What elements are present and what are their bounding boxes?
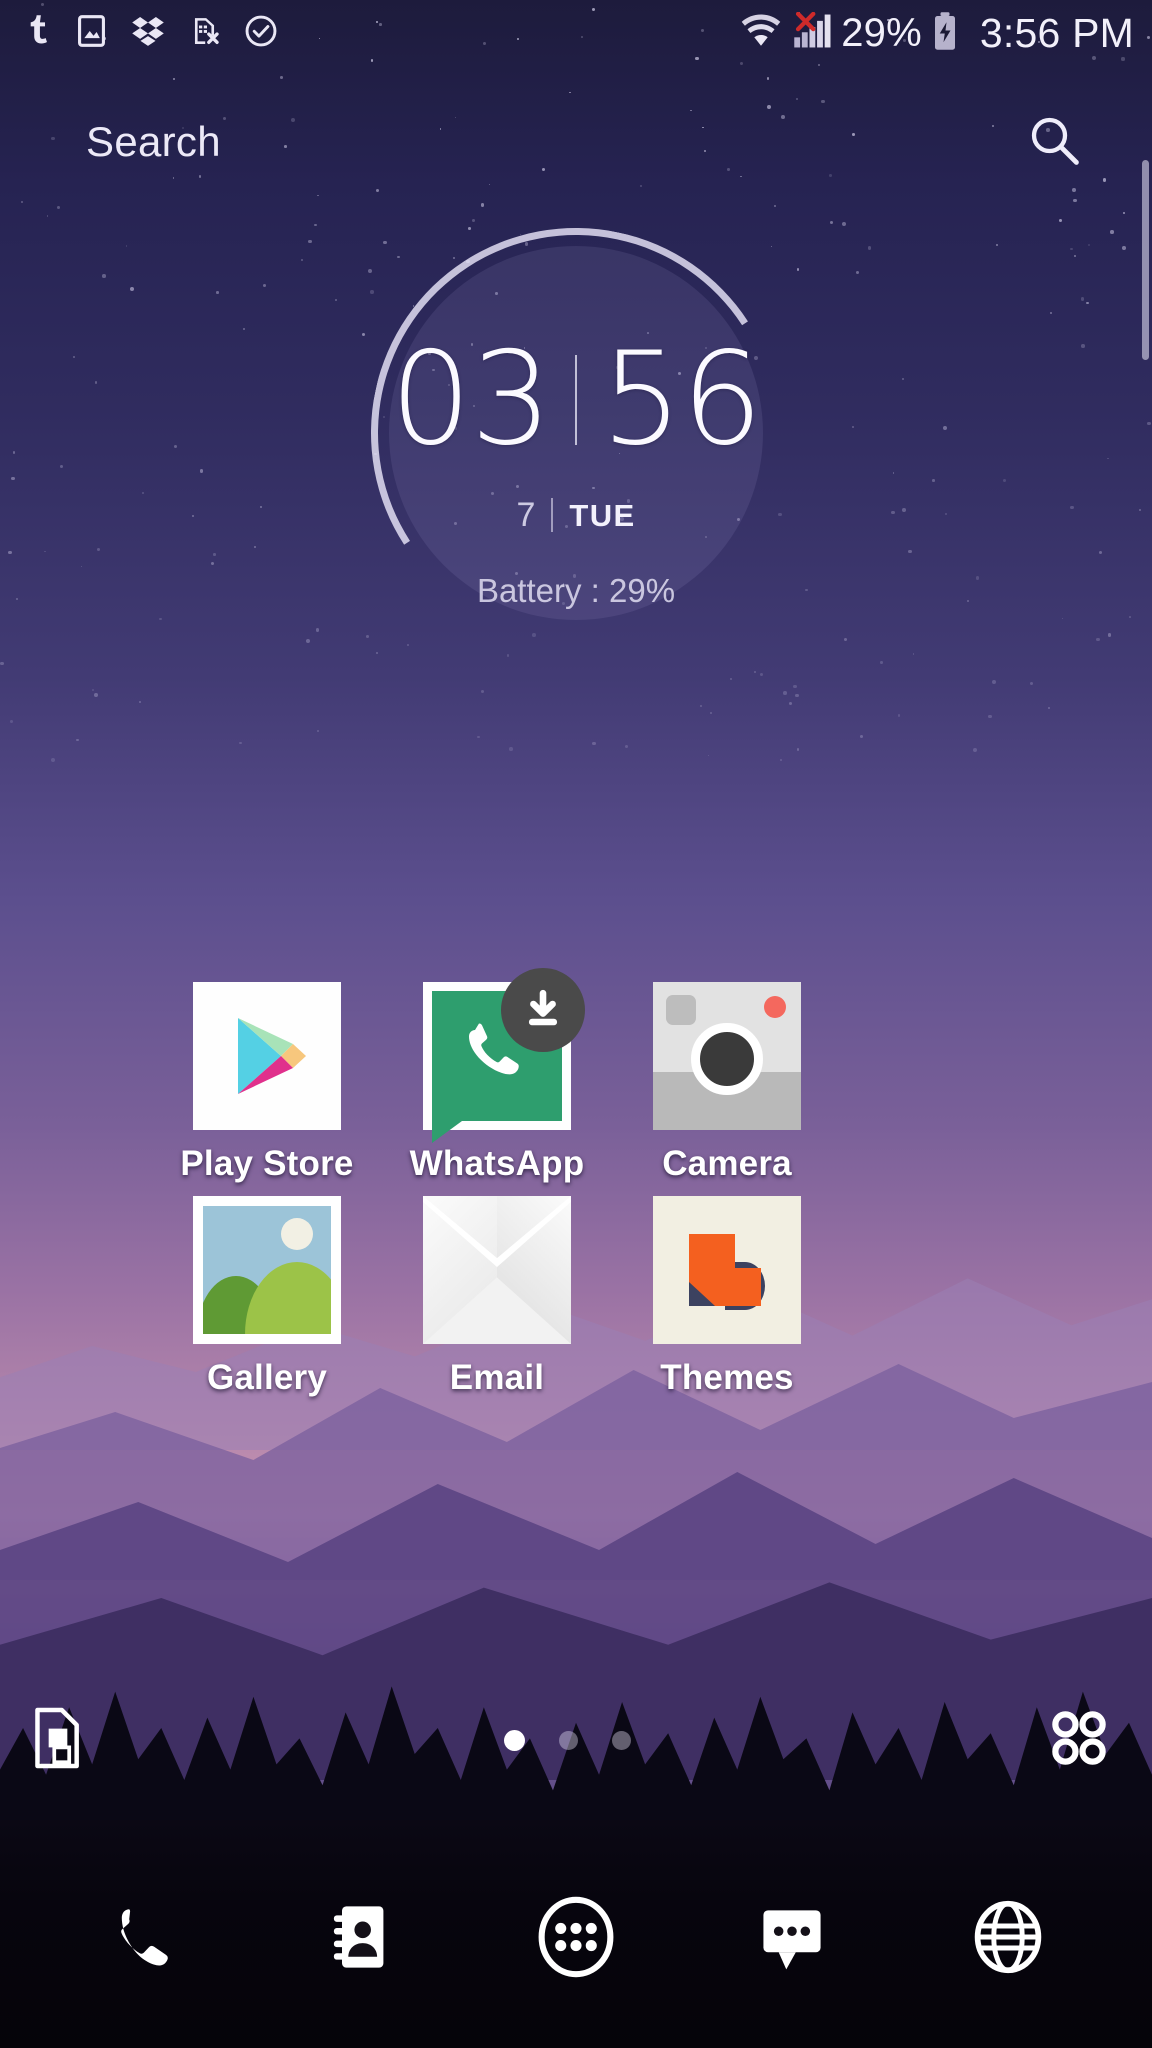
app-row: Play Store WhatsApp Camera — [152, 968, 1000, 1184]
clock-label: 3:56 PM — [979, 9, 1134, 56]
gallery-photo — [203, 1206, 331, 1334]
status-bar-notifications[interactable] — [22, 14, 278, 53]
app-icon-camera[interactable]: Camera — [612, 982, 842, 1184]
battery-charging-icon — [930, 11, 960, 56]
app-icon-themes[interactable]: Themes — [612, 1196, 842, 1398]
gallery-hill-front — [245, 1262, 331, 1334]
app-icon-play-store[interactable]: Play Store — [152, 982, 382, 1184]
app-label: Gallery — [206, 1358, 328, 1397]
email-icon — [423, 1196, 571, 1344]
camera-lens — [691, 1022, 763, 1095]
dock-item-messages[interactable] — [717, 1882, 867, 1992]
play-store-icon — [193, 982, 341, 1130]
page-dots[interactable] — [503, 1729, 631, 1751]
clock-widget[interactable]: 03 56 7 TUE Battery : 29% — [288, 189, 864, 677]
home-screen: 29% 3:56 PM Search 03 56 7 TUE Battery:… — [0, 0, 1152, 2048]
search-label[interactable]: Search — [86, 118, 221, 166]
page-dot[interactable] — [558, 1730, 578, 1750]
wifi-icon — [739, 13, 783, 54]
page-indicator-row — [0, 1695, 1152, 1785]
screenshot-icon — [76, 14, 107, 53]
tumblr-icon — [22, 14, 52, 53]
status-bar-system[interactable]: 29% 3:56 PM — [739, 11, 1134, 56]
dock-item-phone[interactable] — [69, 1882, 219, 1992]
wallpaper-page-icon[interactable] — [30, 1706, 86, 1775]
dock-item-app-drawer[interactable] — [501, 1882, 651, 1992]
dock — [0, 1852, 1152, 2048]
app-label: Email — [449, 1358, 545, 1397]
dock-item-browser[interactable] — [933, 1882, 1083, 1992]
dock-item-contacts[interactable] — [285, 1882, 435, 1992]
gallery-icon — [193, 1196, 341, 1344]
search-icon[interactable] — [1026, 112, 1082, 173]
sim-card-error-icon — [189, 14, 220, 53]
email-envelope-left — [423, 1196, 497, 1344]
widgets-grid-icon[interactable] — [1048, 1707, 1110, 1774]
clock-day-of-week: TUE — [569, 497, 636, 533]
camera-viewfinder — [666, 995, 696, 1025]
app-label: Camera — [662, 1144, 792, 1183]
camera-icon — [653, 982, 801, 1130]
app-icon-whatsapp[interactable]: WhatsApp — [382, 968, 612, 1184]
download-badge-icon — [501, 968, 585, 1052]
search-bar[interactable]: Search — [0, 104, 1152, 180]
app-row: Gallery Email Themes — [152, 1196, 1000, 1398]
app-icon-gallery[interactable]: Gallery — [152, 1196, 382, 1398]
clock-battery-label: Battery : 29% — [476, 572, 676, 609]
themes-icon — [653, 1196, 801, 1344]
clock-date: 7 TUE — [288, 498, 864, 532]
app-grid: Play Store WhatsApp Camera Gallery Email… — [152, 968, 1000, 1398]
app-icon-email[interactable]: Email — [382, 1196, 612, 1398]
cellular-signal-no-service-icon — [791, 11, 833, 55]
page-scroll-indicator — [1142, 160, 1149, 360]
dropbox-icon — [131, 14, 165, 53]
app-label: Themes — [660, 1358, 794, 1397]
status-bar[interactable]: 29% 3:56 PM — [0, 0, 1152, 66]
email-envelope-right — [497, 1196, 571, 1344]
app-label: Play Store — [180, 1144, 354, 1183]
clock-time: 03 56 — [288, 336, 864, 464]
clock-minutes: 56 — [601, 325, 763, 474]
clock-day-of-month: 7 — [516, 496, 536, 534]
gallery-sun — [281, 1218, 313, 1250]
whatsapp-icon — [423, 968, 585, 1143]
battery-percent-label: 29% — [841, 11, 922, 55]
page-dot[interactable] — [611, 1730, 631, 1750]
page-dot-active[interactable] — [503, 1729, 525, 1751]
camera-record-dot — [764, 996, 786, 1018]
clock-hours: 03 — [390, 325, 552, 474]
check-circle-icon — [244, 14, 278, 53]
app-label: WhatsApp — [409, 1144, 585, 1183]
